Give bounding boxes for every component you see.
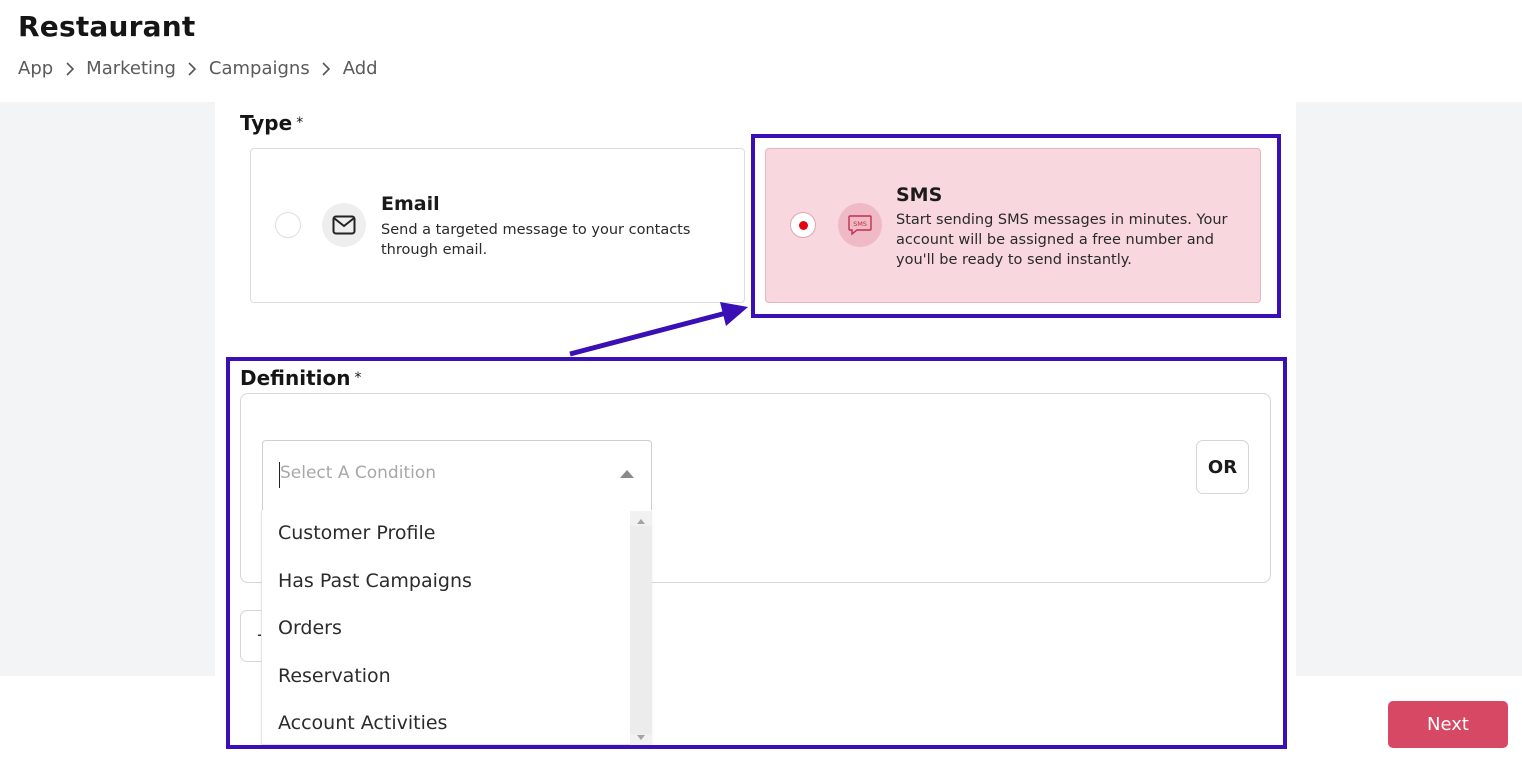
type-label-text: Type (240, 111, 293, 135)
breadcrumb-campaigns[interactable]: Campaigns (209, 58, 310, 79)
annotation-arrow-icon (569, 302, 748, 357)
email-option-description: Send a targeted message to your contacts… (381, 222, 691, 258)
required-mark: * (296, 115, 304, 131)
type-label: Type * (240, 111, 303, 135)
breadcrumb-marketing[interactable]: Marketing (86, 58, 176, 79)
annotation-highlight-sms (751, 134, 1281, 318)
chevron-right-icon (310, 61, 343, 76)
email-option-title: Email (381, 193, 440, 215)
annotation-highlight-definition (226, 357, 1287, 749)
breadcrumb-app[interactable]: App (18, 58, 53, 79)
next-button[interactable]: Next (1388, 701, 1508, 748)
chevron-right-icon (53, 61, 86, 76)
page: Restaurant App Marketing Campaigns Add T… (0, 0, 1522, 761)
page-title: Restaurant (18, 10, 196, 43)
breadcrumb: App Marketing Campaigns Add (18, 58, 378, 79)
email-radio[interactable] (275, 212, 301, 238)
envelope-icon (322, 203, 366, 247)
breadcrumb-add: Add (342, 58, 378, 79)
chevron-right-icon (176, 61, 209, 76)
